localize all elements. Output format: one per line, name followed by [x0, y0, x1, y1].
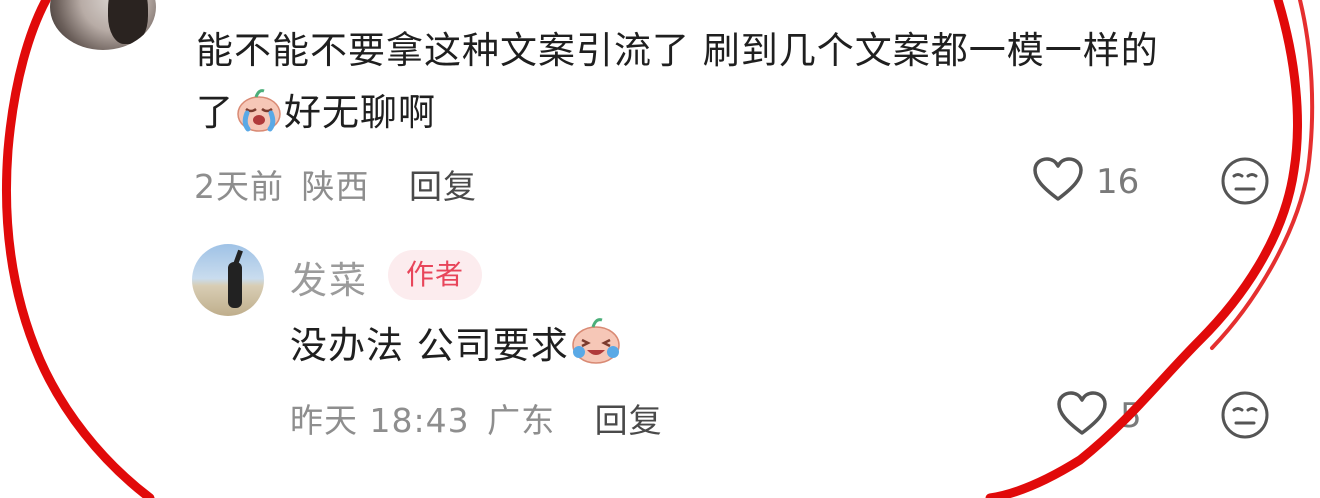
laugh-cry-emoji-icon: [569, 316, 620, 364]
reply-author-avatar[interactable]: [192, 244, 264, 316]
reply-text: 没办法 公司要求: [290, 316, 620, 376]
comment-reply-button[interactable]: 回复: [409, 167, 477, 206]
reply-location: 广东: [487, 401, 556, 440]
comment-like-count: 16: [1096, 162, 1140, 202]
crying-face-emoji-icon: [234, 87, 284, 133]
comment-meta: 2天前 陕西 回复: [194, 160, 477, 208]
comment-location: 陕西: [301, 167, 370, 206]
comment-text-line2-start: 了: [196, 91, 234, 134]
heart-icon[interactable]: [1032, 156, 1084, 208]
comment-text-line2-end: 好无聊啊: [284, 91, 436, 134]
reply-text-content: 没办法 公司要求: [290, 324, 569, 367]
reply-time: 昨天 18:43: [290, 401, 470, 440]
reply-like-count: 5: [1120, 396, 1142, 436]
reply-reply-button[interactable]: 回复: [595, 401, 663, 440]
comment-like-button[interactable]: 16: [1032, 156, 1139, 208]
heart-icon[interactable]: [1056, 390, 1108, 442]
meh-face-icon[interactable]: [1220, 156, 1270, 210]
meh-face-icon[interactable]: [1220, 390, 1270, 444]
commenter-avatar[interactable]: [50, 0, 156, 50]
author-badge: 作者: [388, 250, 483, 300]
reply-meta: 昨天 18:43 广东 回复: [290, 394, 663, 442]
comment-text: 能不能不要拿这种文案引流了 刷到几个文案都一模一样的 了 好无聊啊: [196, 20, 1266, 144]
reply-like-button[interactable]: 5: [1056, 390, 1142, 442]
comment-text-line1: 能不能不要拿这种文案引流了 刷到几个文案都一模一样的: [196, 29, 1159, 72]
reply-author-name[interactable]: 发菜: [290, 250, 368, 304]
comment-time: 2天前: [194, 167, 284, 206]
